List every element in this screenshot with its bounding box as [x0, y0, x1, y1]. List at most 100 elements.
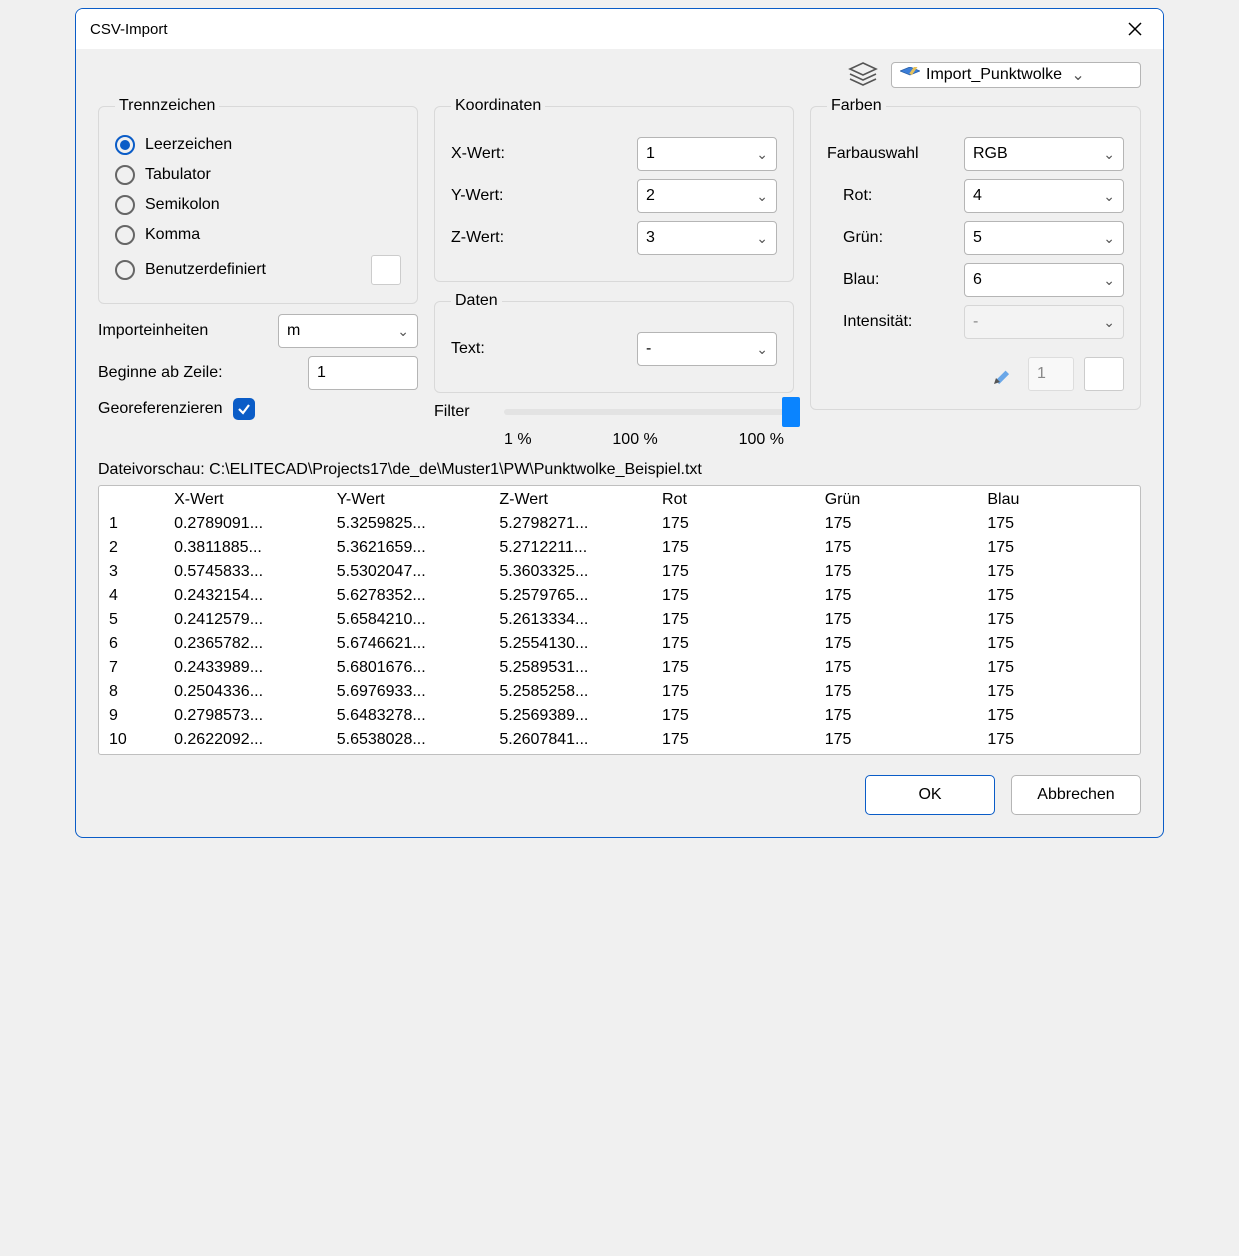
layers-icon[interactable] — [847, 59, 879, 91]
window-title: CSV-Import — [90, 21, 168, 38]
table-header: Grün — [815, 488, 978, 512]
chevron-down-icon: ⌄ — [1103, 272, 1115, 289]
label-importeinheiten: Importeinheiten — [98, 322, 208, 340]
layer-select[interactable]: Import_Punktwolke ⌄ — [891, 62, 1141, 88]
table-cell: 0.2504336... — [164, 680, 327, 704]
radio-label: Benutzerdefiniert — [145, 261, 266, 279]
radio-label: Semikolon — [145, 196, 220, 214]
chevron-down-icon: ⌄ — [1103, 188, 1115, 205]
table-cell: 175 — [977, 584, 1140, 608]
checkbox-georeferenzieren[interactable] — [233, 398, 255, 420]
legend-koordinaten: Koordinaten — [451, 97, 545, 115]
select-value: - — [973, 313, 978, 331]
label-gruen: Grün: — [843, 229, 947, 247]
label-z: Z-Wert: — [451, 229, 541, 247]
label-x: X-Wert: — [451, 145, 541, 163]
table-row[interactable]: 10.2789091...5.3259825...5.2798271...175… — [99, 512, 1140, 536]
color-swatch[interactable] — [1084, 357, 1124, 391]
select-text[interactable]: - ⌄ — [637, 332, 777, 366]
ok-button[interactable]: OK — [865, 775, 995, 815]
pencil-icon[interactable] — [990, 360, 1018, 388]
table-cell: 175 — [652, 536, 815, 560]
select-intensitaet: - ⌄ — [964, 305, 1124, 339]
input-beginne-zeile[interactable] — [308, 356, 418, 390]
table-cell: 175 — [977, 728, 1140, 752]
select-z[interactable]: 3 ⌄ — [637, 221, 777, 255]
table-row[interactable]: 30.5745833...5.5302047...5.3603325...175… — [99, 560, 1140, 584]
table-cell: 175 — [977, 704, 1140, 728]
table-header: Z-Wert — [489, 488, 652, 512]
table-cell: 5.6538028... — [327, 728, 490, 752]
select-value: 2 — [646, 187, 655, 205]
select-value: m — [287, 322, 300, 340]
select-y[interactable]: 2 ⌄ — [637, 179, 777, 213]
radio-komma[interactable]: Komma — [115, 225, 401, 245]
chevron-down-icon: ⌄ — [756, 146, 768, 163]
table-cell: 5.6976933... — [327, 680, 490, 704]
group-trennzeichen: Trennzeichen Leerzeichen Tabulator Se — [98, 97, 418, 304]
chevron-down-icon: ⌄ — [397, 323, 409, 340]
custom-delim-input[interactable] — [371, 255, 401, 285]
table-cell: 2 — [99, 536, 164, 560]
table-cell: 175 — [815, 584, 978, 608]
table-cell: 5.2579765... — [489, 584, 652, 608]
label-beginne-zeile: Beginne ab Zeile: — [98, 364, 223, 382]
table-cell: 0.2798573... — [164, 704, 327, 728]
filter-slider[interactable] — [504, 409, 794, 415]
table-cell: 175 — [815, 704, 978, 728]
legend-daten: Daten — [451, 292, 502, 310]
chevron-down-icon: ⌄ — [756, 188, 768, 205]
table-cell: 3 — [99, 560, 164, 584]
label-rot: Rot: — [843, 187, 947, 205]
select-x[interactable]: 1 ⌄ — [637, 137, 777, 171]
radio-tabulator[interactable]: Tabulator — [115, 165, 401, 185]
table-row[interactable]: 70.2433989...5.6801676...5.2589531...175… — [99, 656, 1140, 680]
select-farbauswahl[interactable]: RGB ⌄ — [964, 137, 1124, 171]
group-koordinaten: Koordinaten X-Wert: 1 ⌄ Y-Wert: 2 ⌄ — [434, 97, 794, 282]
table-cell: 7 — [99, 656, 164, 680]
table-cell: 10 — [99, 728, 164, 752]
table-cell: 1 — [99, 512, 164, 536]
ok-label: OK — [918, 786, 941, 804]
chevron-down-icon: ⌄ — [1103, 230, 1115, 247]
table-row[interactable]: 100.2622092...5.6538028...5.2607841...17… — [99, 728, 1140, 752]
select-blau[interactable]: 6 ⌄ — [964, 263, 1124, 297]
radio-icon — [115, 195, 135, 215]
select-rot[interactable]: 4 ⌄ — [964, 179, 1124, 213]
table-cell: 175 — [652, 608, 815, 632]
table-cell: 5.2613334... — [489, 608, 652, 632]
label-y: Y-Wert: — [451, 187, 541, 205]
radio-semikolon[interactable]: Semikolon — [115, 195, 401, 215]
table-cell: 4 — [99, 584, 164, 608]
chevron-down-icon: ⌄ — [1068, 65, 1088, 85]
table-row[interactable]: 20.3811885...5.3621659...5.2712211...175… — [99, 536, 1140, 560]
table-cell: 5.2798271... — [489, 512, 652, 536]
select-importeinheiten[interactable]: m ⌄ — [278, 314, 418, 348]
table-row[interactable]: 40.2432154...5.6278352...5.2579765...175… — [99, 584, 1140, 608]
label-blau: Blau: — [843, 271, 947, 289]
select-gruen[interactable]: 5 ⌄ — [964, 221, 1124, 255]
table-cell: 175 — [652, 560, 815, 584]
radio-leerzeichen[interactable]: Leerzeichen — [115, 135, 401, 155]
table-row[interactable]: 60.2365782...5.6746621...5.2554130...175… — [99, 632, 1140, 656]
table-cell: 5.5302047... — [327, 560, 490, 584]
table-row[interactable]: 90.2798573...5.6483278...5.2569389...175… — [99, 704, 1140, 728]
chevron-down-icon: ⌄ — [756, 341, 768, 358]
table-header: Blau — [977, 488, 1140, 512]
layer-pencil-icon — [900, 67, 920, 83]
table-cell: 175 — [652, 584, 815, 608]
slider-thumb[interactable] — [782, 397, 800, 427]
label-georeferenzieren: Georeferenzieren — [98, 400, 223, 418]
table-cell: 175 — [815, 512, 978, 536]
tick-mid: 100 % — [612, 431, 657, 449]
table-row[interactable]: 50.2412579...5.6584210...5.2613334...175… — [99, 608, 1140, 632]
close-button[interactable] — [1121, 15, 1149, 43]
table-cell: 0.5745833... — [164, 560, 327, 584]
radio-benutzerdefiniert[interactable]: Benutzerdefiniert — [115, 255, 401, 285]
table-cell: 175 — [815, 632, 978, 656]
cancel-button[interactable]: Abbrechen — [1011, 775, 1141, 815]
table-cell: 175 — [977, 512, 1140, 536]
table-row[interactable]: 80.2504336...5.6976933...5.2585258...175… — [99, 680, 1140, 704]
table-cell: 175 — [652, 728, 815, 752]
table-cell: 8 — [99, 680, 164, 704]
